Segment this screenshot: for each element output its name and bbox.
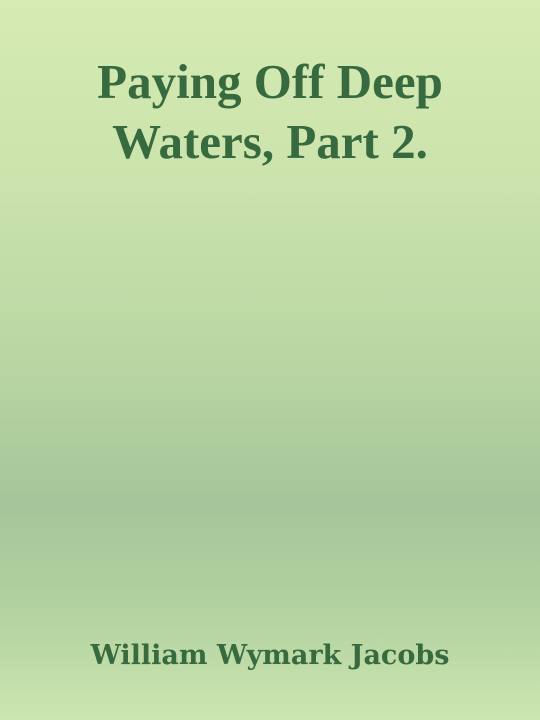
book-title-line-2: Waters, Part 2. — [112, 114, 428, 169]
book-author: William Wymark Jacobs — [90, 640, 450, 671]
book-title-line-1: Paying Off Deep — [97, 54, 443, 109]
book-cover: Paying Off Deep Waters, Part 2. William … — [0, 0, 540, 720]
book-title: Paying Off Deep Waters, Part 2. — [20, 52, 520, 172]
